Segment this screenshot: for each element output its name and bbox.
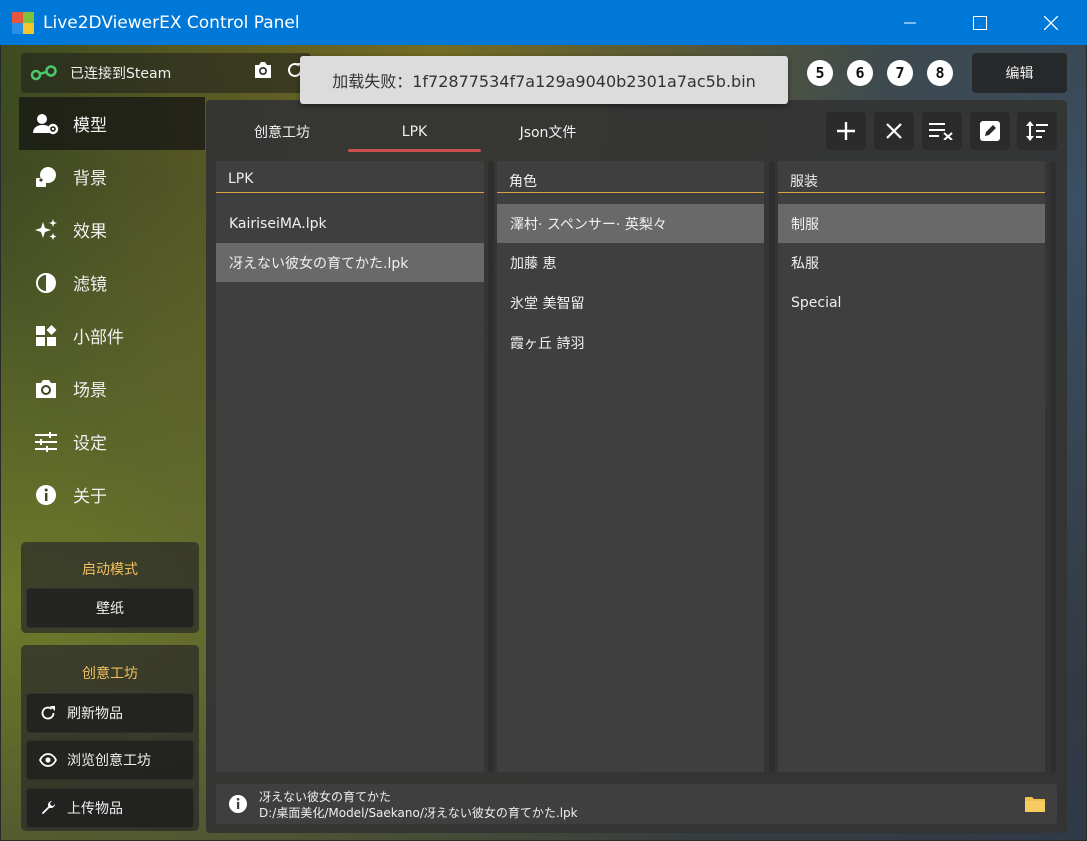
eye-icon bbox=[39, 751, 57, 769]
camera-icon bbox=[33, 376, 59, 402]
list-item[interactable]: 加藤 恵 bbox=[497, 243, 764, 282]
sidebar-item-background[interactable]: 背景 bbox=[19, 150, 205, 203]
costume-list: 服装 制服 私服 Special bbox=[778, 161, 1045, 772]
edit-button[interactable]: 编辑 bbox=[972, 53, 1067, 93]
sort-button[interactable] bbox=[1017, 112, 1057, 150]
quick-slot-6[interactable]: 6 bbox=[847, 60, 873, 86]
lpk-list-scrollbar[interactable] bbox=[488, 161, 494, 772]
sidebar-item-widgets[interactable]: 小部件 bbox=[19, 309, 205, 362]
quick-slot-8[interactable]: 8 bbox=[927, 60, 953, 86]
quick-slot-7[interactable]: 7 bbox=[887, 60, 913, 86]
add-button[interactable] bbox=[826, 112, 866, 150]
minimize-button[interactable] bbox=[887, 0, 933, 45]
launch-mode-select[interactable]: 壁纸 bbox=[26, 588, 194, 628]
sidebar-item-effects[interactable]: 效果 bbox=[19, 203, 205, 256]
error-toast: 加载失败：1f72877534f7a129a9040b2301a7ac5b.bi… bbox=[300, 56, 788, 104]
upload-item-button[interactable]: 上传物品 bbox=[26, 788, 194, 828]
workshop-card: 创意工坊 刷新物品 浏览创意工坊 上传物品 bbox=[21, 645, 199, 831]
sidebar-item-label: 模型 bbox=[73, 116, 107, 136]
sidebar-item-label: 设定 bbox=[73, 434, 107, 454]
maximize-icon bbox=[973, 15, 987, 30]
clear-list-icon bbox=[929, 123, 953, 140]
sidebar-item-label: 效果 bbox=[73, 222, 107, 242]
sidebar-item-settings[interactable]: 设定 bbox=[19, 415, 205, 468]
tab-lpk[interactable]: LPK bbox=[348, 112, 481, 152]
sidebar-item-label: 场景 bbox=[73, 381, 107, 401]
model-path: D:/桌面美化/Model/Saekano/冴えない彼女の育てかた.lpk bbox=[259, 806, 578, 820]
sidebar-item-filters[interactable]: 滤镜 bbox=[19, 256, 205, 309]
remove-button[interactable] bbox=[874, 112, 914, 150]
minimize-icon bbox=[904, 22, 916, 23]
control-panel-window: 已连接到Steam 5 6 7 8 编辑 模型 背景 效果 滤镜 小部件 场景 … bbox=[1, 45, 1086, 840]
tab-json[interactable]: Json文件 bbox=[494, 112, 602, 152]
sort-icon bbox=[1026, 121, 1048, 141]
sidebar-item-model[interactable]: 模型 bbox=[19, 97, 205, 150]
add-icon bbox=[837, 122, 855, 140]
clear-list-button[interactable] bbox=[922, 112, 962, 150]
sidebar-item-label: 背景 bbox=[73, 169, 107, 189]
costume-list-scrollbar[interactable] bbox=[1050, 161, 1056, 772]
sidebar-nav: 模型 背景 效果 滤镜 小部件 场景 设定 关于 bbox=[19, 97, 205, 521]
quick-slot-group: 5 6 7 8 bbox=[807, 60, 953, 86]
sidebar-item-about[interactable]: 关于 bbox=[19, 468, 205, 521]
refresh-icon bbox=[39, 704, 57, 722]
image-icon bbox=[33, 164, 59, 190]
character-list-scrollbar[interactable] bbox=[769, 161, 775, 772]
model-panel: 创意工坊 LPK Json文件 LPK KairiseiMA.lpk 冴えない彼… bbox=[206, 100, 1067, 833]
person-gear-icon bbox=[33, 111, 59, 137]
info-icon bbox=[33, 482, 59, 508]
steam-icon bbox=[30, 65, 57, 81]
refresh-items-label: 刷新物品 bbox=[67, 706, 123, 722]
model-info-bar: 冴えない彼女の育てかた D:/桌面美化/Model/Saekano/冴えない彼女… bbox=[216, 784, 1057, 824]
rename-button[interactable] bbox=[970, 112, 1010, 150]
sliders-icon bbox=[33, 429, 59, 455]
app-logo-icon bbox=[12, 11, 34, 34]
list-item[interactable]: 霞ヶ丘 詩羽 bbox=[497, 323, 764, 362]
window-title: Live2DViewerEX Control Panel bbox=[43, 12, 300, 33]
refresh-items-button[interactable]: 刷新物品 bbox=[26, 693, 194, 733]
title-bar: Live2DViewerEX Control Panel bbox=[0, 0, 1087, 45]
costume-list-header: 服装 bbox=[778, 171, 1045, 193]
maximize-button[interactable] bbox=[957, 0, 1003, 45]
folder-icon[interactable] bbox=[1025, 795, 1045, 813]
contrast-icon bbox=[33, 270, 59, 296]
sidebar-item-label: 小部件 bbox=[73, 328, 124, 348]
launch-mode-card: 启动模式 壁纸 bbox=[21, 542, 199, 633]
remove-icon bbox=[886, 123, 902, 139]
workshop-heading: 创意工坊 bbox=[82, 666, 138, 682]
tab-workshop[interactable]: 创意工坊 bbox=[228, 112, 336, 152]
sparkles-icon bbox=[33, 217, 59, 243]
sidebar-item-label: 滤镜 bbox=[73, 275, 107, 295]
launch-mode-heading: 启动模式 bbox=[82, 562, 138, 578]
list-item[interactable]: KairiseiMA.lpk bbox=[216, 204, 484, 243]
upload-item-label: 上传物品 bbox=[67, 801, 123, 817]
browse-workshop-button[interactable]: 浏览创意工坊 bbox=[26, 740, 194, 780]
character-list: 角色 澤村· スペンサー· 英梨々 加藤 恵 氷堂 美智留 霞ヶ丘 詩羽 bbox=[497, 161, 764, 772]
close-icon bbox=[1044, 15, 1058, 30]
quick-slot-5[interactable]: 5 bbox=[807, 60, 833, 86]
sidebar-item-scenes[interactable]: 场景 bbox=[19, 362, 205, 415]
lpk-list-header: LPK bbox=[216, 171, 484, 193]
wrench-icon bbox=[39, 799, 57, 817]
screenshot-button[interactable] bbox=[252, 59, 274, 81]
list-item[interactable]: 制服 bbox=[778, 204, 1045, 243]
rename-icon bbox=[980, 121, 1000, 141]
steam-status-label: 已连接到Steam bbox=[70, 66, 172, 82]
model-name: 冴えない彼女の育てかた bbox=[259, 790, 392, 804]
camera-icon bbox=[255, 62, 271, 78]
sidebar-item-label: 关于 bbox=[73, 487, 107, 507]
lpk-list: LPK KairiseiMA.lpk 冴えない彼女の育てかた.lpk bbox=[216, 161, 484, 772]
character-list-header: 角色 bbox=[497, 171, 764, 193]
close-button[interactable] bbox=[1028, 0, 1074, 45]
info-icon bbox=[229, 795, 247, 813]
list-item[interactable]: 氷堂 美智留 bbox=[497, 283, 764, 322]
list-item[interactable]: 冴えない彼女の育てかた.lpk bbox=[216, 243, 484, 282]
widgets-icon bbox=[33, 323, 59, 349]
list-item[interactable]: 澤村· スペンサー· 英梨々 bbox=[497, 204, 764, 243]
list-item[interactable]: Special bbox=[778, 283, 1045, 322]
browse-workshop-label: 浏览创意工坊 bbox=[67, 753, 151, 769]
list-item[interactable]: 私服 bbox=[778, 243, 1045, 282]
